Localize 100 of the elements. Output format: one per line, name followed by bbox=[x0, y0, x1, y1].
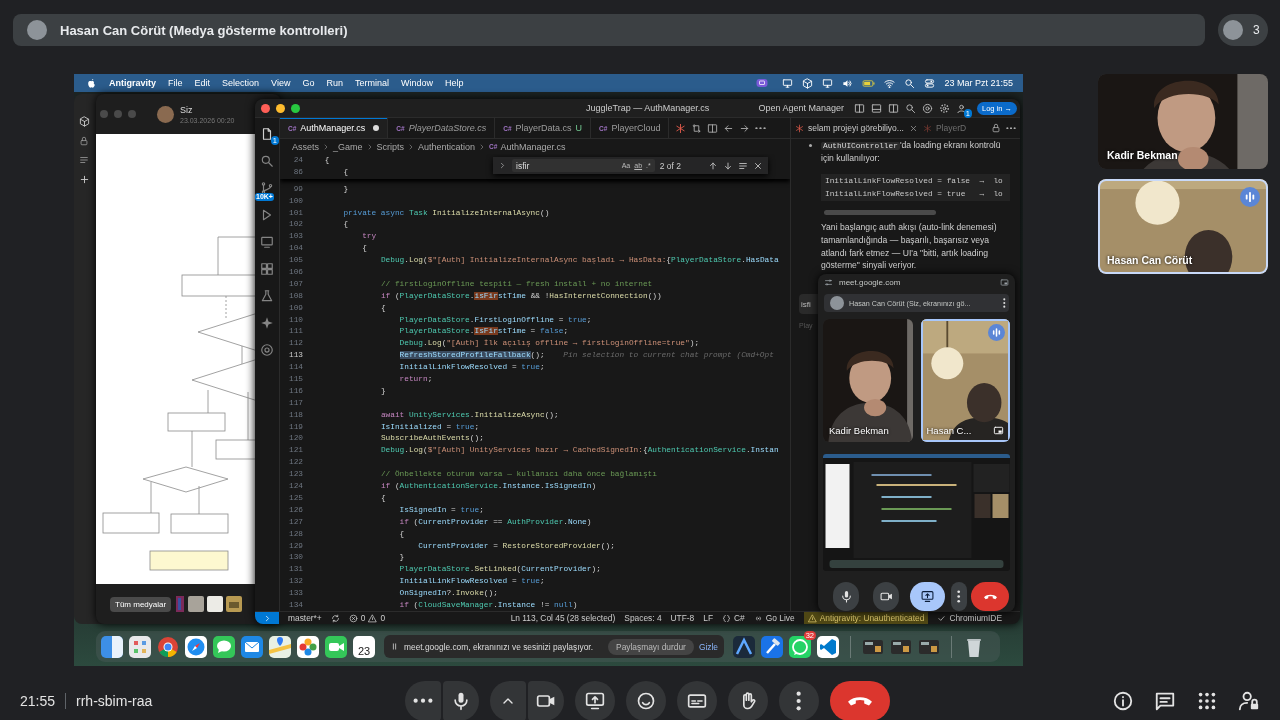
captions-button[interactable] bbox=[677, 680, 717, 720]
present-button[interactable] bbox=[910, 582, 945, 611]
back-icon[interactable] bbox=[723, 122, 735, 134]
agent-manager-link[interactable]: Open Agent Manager bbox=[758, 103, 844, 113]
forward-icon[interactable] bbox=[739, 122, 751, 134]
hide-button[interactable]: Gizle bbox=[698, 641, 718, 652]
reactions-button[interactable] bbox=[626, 680, 666, 720]
status-item[interactable]: UTF-8 bbox=[670, 613, 695, 623]
present-button[interactable] bbox=[575, 680, 615, 720]
chat-tab[interactable]: selam projeyi görebiliyo... bbox=[795, 123, 904, 133]
info-icon[interactable] bbox=[1112, 689, 1134, 712]
settings-icon[interactable] bbox=[938, 102, 950, 114]
more-button[interactable] bbox=[951, 582, 967, 611]
breadcrumb-item[interactable]: AuthManager.cs bbox=[500, 141, 566, 152]
more-icon[interactable] bbox=[755, 126, 767, 130]
raise-hand-button[interactable] bbox=[728, 680, 768, 720]
calendar-date[interactable]: 23 bbox=[353, 635, 375, 658]
video-camera-icon[interactable] bbox=[325, 635, 347, 658]
debug-star-icon[interactable] bbox=[675, 122, 687, 134]
camera-button[interactable] bbox=[528, 680, 564, 720]
more-options-button[interactable] bbox=[779, 680, 819, 720]
mic-button[interactable] bbox=[833, 582, 859, 611]
panel-icon[interactable] bbox=[870, 102, 882, 114]
camera-button[interactable] bbox=[873, 582, 899, 611]
language-item[interactable]: C# bbox=[722, 613, 745, 623]
sparkle-icon[interactable] bbox=[260, 316, 274, 330]
wifi-icon[interactable] bbox=[884, 77, 896, 89]
menu-item[interactable]: Help bbox=[445, 78, 464, 88]
close-icon[interactable] bbox=[908, 123, 918, 133]
account-icon[interactable] bbox=[955, 102, 967, 114]
files-icon[interactable] bbox=[260, 127, 274, 141]
all-media-button[interactable]: Tüm medyalar bbox=[110, 596, 172, 612]
more-icon[interactable] bbox=[1006, 126, 1016, 130]
menu-clock[interactable]: 23 Mar Pzt 21:55 bbox=[944, 78, 1013, 88]
display-icon[interactable] bbox=[822, 77, 834, 89]
menu-item[interactable]: Window bbox=[401, 78, 433, 88]
extensions-icon[interactable] bbox=[260, 262, 274, 276]
menu-item[interactable]: File bbox=[168, 78, 183, 88]
code-editor-icon[interactable] bbox=[817, 635, 839, 658]
go-live-item[interactable]: Go Live bbox=[753, 613, 795, 623]
envelope-icon[interactable] bbox=[241, 635, 263, 658]
flask-icon[interactable] bbox=[260, 289, 274, 303]
menu-item[interactable]: View bbox=[271, 78, 291, 88]
breadcrumb-item[interactable]: Scripts bbox=[376, 141, 405, 152]
mic-options-button[interactable] bbox=[405, 680, 441, 720]
breadcrumb-item[interactable]: _Game bbox=[333, 141, 363, 152]
extension-item[interactable]: ChromiumIDE bbox=[937, 613, 1002, 623]
breadcrumb-item[interactable]: Authentication bbox=[418, 141, 476, 152]
split-icon[interactable] bbox=[887, 102, 899, 114]
menu-item[interactable]: Go bbox=[302, 78, 315, 88]
participants-button[interactable]: 3 bbox=[1218, 14, 1268, 46]
menu-item[interactable]: Selection bbox=[222, 78, 260, 88]
account-warning[interactable]: Antigravity: Unauthenticated bbox=[803, 612, 929, 624]
search-icon[interactable] bbox=[260, 154, 274, 168]
breadcrumb-item[interactable]: Assets bbox=[292, 141, 319, 152]
selection-icon[interactable] bbox=[738, 160, 748, 171]
map-icon[interactable] bbox=[269, 635, 291, 658]
compare-icon[interactable] bbox=[691, 122, 703, 134]
arch-icon[interactable] bbox=[733, 635, 755, 658]
run-debug-icon[interactable] bbox=[260, 208, 274, 222]
hammer-icon[interactable] bbox=[761, 635, 783, 658]
remote-button[interactable] bbox=[255, 611, 279, 624]
app-menu[interactable]: Antigravity bbox=[109, 78, 156, 88]
mic-button[interactable] bbox=[443, 680, 479, 720]
leave-call-button[interactable] bbox=[830, 680, 890, 720]
status-item[interactable]: Spaces: 4 bbox=[624, 613, 662, 623]
more-icon[interactable] bbox=[1003, 298, 1006, 308]
stop-sharing-button[interactable]: Paylaşmayı durdur bbox=[608, 638, 694, 655]
next-match-icon[interactable] bbox=[723, 160, 733, 171]
menu-item[interactable]: Terminal bbox=[354, 78, 389, 88]
problems-item[interactable]: 0 0 bbox=[348, 613, 386, 623]
flower-icon[interactable] bbox=[297, 635, 319, 658]
menu-item[interactable]: Run bbox=[326, 78, 343, 88]
expand-icon[interactable] bbox=[498, 161, 507, 170]
cube-icon[interactable] bbox=[802, 77, 814, 89]
branch-item[interactable]: master*+ bbox=[288, 613, 322, 623]
search-icon[interactable] bbox=[904, 102, 916, 114]
status-item[interactable]: Ln 113, Col 45 (28 selected) bbox=[510, 613, 616, 623]
host-controls-icon[interactable] bbox=[1238, 689, 1260, 712]
two-tone-app-icon[interactable] bbox=[101, 635, 123, 658]
remote-explorer-icon[interactable] bbox=[260, 235, 274, 249]
sync-icon[interactable] bbox=[330, 613, 340, 623]
split-editor-icon[interactable] bbox=[707, 122, 719, 134]
compass-icon[interactable] bbox=[185, 635, 207, 658]
previous-match-icon[interactable] bbox=[708, 160, 718, 171]
launcher-grid-icon[interactable] bbox=[129, 635, 151, 658]
control-center-icon[interactable] bbox=[924, 77, 936, 89]
volume-icon[interactable] bbox=[842, 77, 854, 89]
status-item[interactable]: LF bbox=[703, 613, 714, 623]
hang-up-button[interactable] bbox=[971, 582, 1009, 611]
apple-icon[interactable] bbox=[86, 77, 97, 89]
cast-icon[interactable] bbox=[782, 77, 794, 89]
lock-icon[interactable] bbox=[991, 123, 1001, 133]
chat-tab[interactable]: PlayerD bbox=[922, 123, 967, 133]
message-bubble-icon[interactable] bbox=[213, 635, 235, 658]
search-field[interactable]: isfi bbox=[799, 294, 818, 315]
close-icon[interactable] bbox=[753, 160, 763, 171]
search-icon[interactable] bbox=[904, 77, 916, 89]
site-settings-icon[interactable] bbox=[824, 278, 833, 287]
layout-icon[interactable] bbox=[853, 102, 865, 114]
